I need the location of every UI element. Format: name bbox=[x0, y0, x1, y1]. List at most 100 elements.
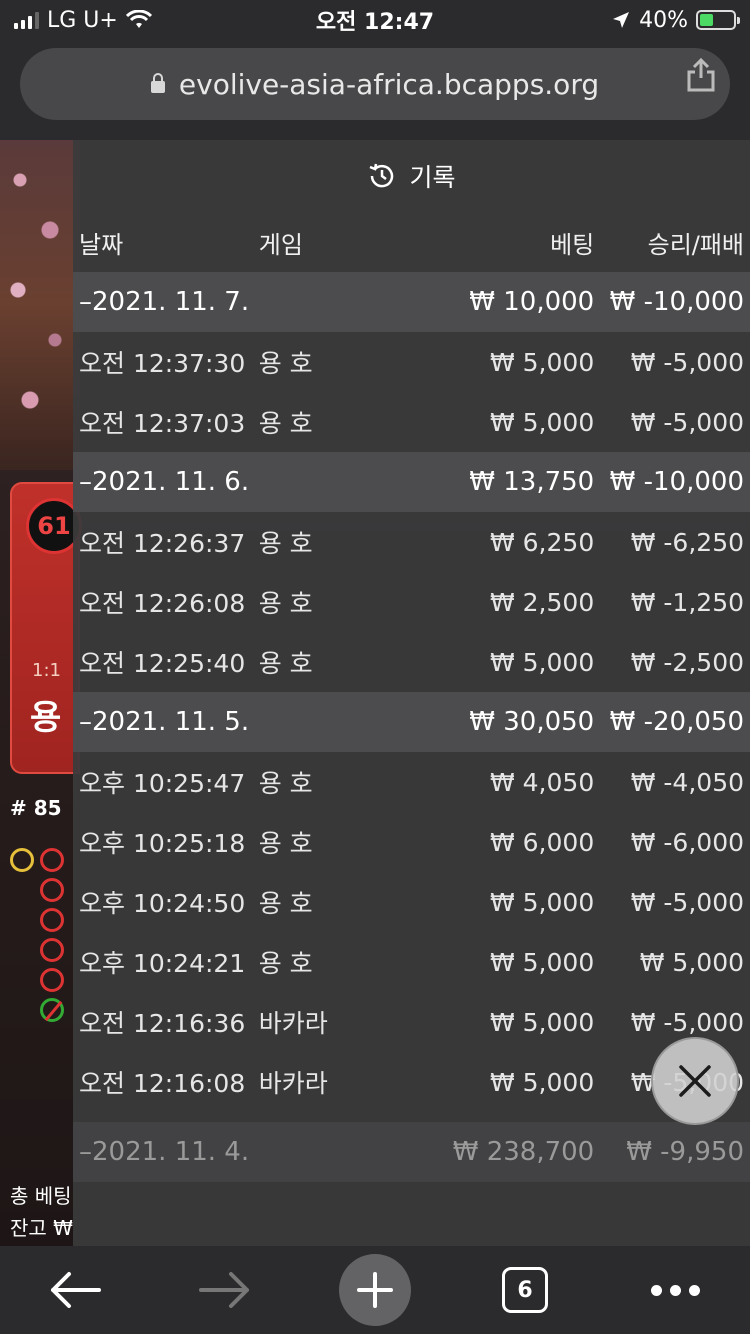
row-time: 오후 10:24:50 bbox=[79, 889, 246, 918]
row-game: 용 호 bbox=[258, 589, 313, 618]
round-number: # 85 bbox=[10, 796, 62, 820]
browser-address-area: evolive-asia-africa.bcapps.org bbox=[0, 40, 750, 140]
row-time: 오전 12:26:08 bbox=[79, 589, 246, 618]
forward-button[interactable] bbox=[180, 1250, 270, 1330]
row-time: 오후 10:24:21 bbox=[79, 949, 246, 978]
row-result: ₩ -5,000 bbox=[630, 1007, 745, 1037]
history-row[interactable]: 오후 10:25:18 용 호 ₩ 6,000 ₩ -6,000 bbox=[73, 812, 750, 872]
group-bet: ₩ 238,700 bbox=[452, 1137, 595, 1167]
row-bet: ₩ 5,000 bbox=[489, 1067, 595, 1097]
dragon-label: 용 bbox=[30, 698, 62, 738]
history-clock-icon bbox=[370, 163, 394, 188]
date-group-row[interactable]: –2021. 11. 7. ₩ 10,000 ₩ -10,000 bbox=[73, 272, 750, 332]
group-result: ₩ -10,000 bbox=[609, 287, 744, 317]
row-time: 오전 12:26:37 bbox=[79, 529, 246, 558]
row-time: 오전 12:16:36 bbox=[79, 1009, 246, 1038]
row-game: 용 호 bbox=[258, 949, 313, 978]
group-date: –2021. 11. 6. bbox=[79, 467, 250, 497]
address-bar[interactable]: evolive-asia-africa.bcapps.org bbox=[20, 48, 730, 120]
row-bet: ₩ 5,000 bbox=[489, 1007, 595, 1037]
history-row[interactable]: 오전 12:26:08 용 호 ₩ 2,500 ₩ -1,250 bbox=[73, 572, 750, 632]
history-row[interactable]: 오전 12:16:08 바카라 ₩ 5,000 ₩ -5,000 bbox=[73, 1052, 750, 1112]
plus-icon bbox=[357, 1272, 393, 1308]
history-panel: 기록 날짜 게임 베팅 승리/패배 –2021. 11. 7. ₩ 10,000… bbox=[73, 140, 750, 1246]
url-text: evolive-asia-africa.bcapps.org bbox=[178, 67, 600, 101]
row-bet: ₩ 5,000 bbox=[489, 947, 595, 977]
column-game: 게임 bbox=[258, 230, 303, 259]
row-game: 바카라 bbox=[258, 1069, 328, 1098]
row-result: ₩ -6,250 bbox=[630, 527, 745, 557]
column-win-loss: 승리/패배 bbox=[647, 230, 745, 259]
payout-ratio: 1:1 bbox=[32, 660, 61, 681]
row-game: 용 호 bbox=[258, 409, 313, 438]
back-arrow-icon bbox=[51, 1272, 101, 1308]
row-result: ₩ -5,000 bbox=[630, 347, 745, 377]
row-bet: ₩ 5,000 bbox=[489, 407, 595, 437]
date-group-row[interactable]: –2021. 11. 4. ₩ 238,700 ₩ -9,950 bbox=[73, 1122, 750, 1182]
status-bar: LG U+ 오전 12:47 40% bbox=[0, 0, 750, 40]
row-result: ₩ -2,500 bbox=[630, 647, 745, 677]
date-group-row[interactable]: –2021. 11. 6. ₩ 13,750 ₩ -10,000 bbox=[73, 452, 750, 512]
group-bet: ₩ 13,750 bbox=[469, 467, 595, 497]
row-time: 오후 10:25:47 bbox=[79, 769, 246, 798]
history-title: 기록 bbox=[409, 163, 456, 192]
clock: 오전 12:47 bbox=[315, 10, 435, 35]
row-game: 용 호 bbox=[258, 349, 313, 378]
location-icon bbox=[613, 12, 630, 28]
history-column-headers: 날짜 게임 베팅 승리/패배 bbox=[73, 212, 750, 272]
group-bet: ₩ 10,000 bbox=[469, 287, 595, 317]
row-result: ₩ 5,000 bbox=[639, 947, 745, 977]
row-result: ₩ -6,000 bbox=[630, 827, 745, 857]
close-icon bbox=[679, 1065, 711, 1097]
history-row[interactable]: 오후 10:25:47 용 호 ₩ 4,050 ₩ -4,050 bbox=[73, 752, 750, 812]
row-time: 오전 12:16:08 bbox=[79, 1069, 246, 1098]
group-date: –2021. 11. 5. bbox=[79, 707, 250, 737]
history-row[interactable]: 오후 10:24:50 용 호 ₩ 5,000 ₩ -5,000 bbox=[73, 872, 750, 932]
history-row[interactable]: 오전 12:37:03 용 호 ₩ 5,000 ₩ -5,000 bbox=[73, 392, 750, 452]
row-game: 용 호 bbox=[258, 829, 313, 858]
back-button[interactable] bbox=[30, 1250, 120, 1330]
row-game: 용 호 bbox=[258, 889, 313, 918]
history-row[interactable]: 오후 10:24:21 용 호 ₩ 5,000 ₩ 5,000 bbox=[73, 932, 750, 992]
share-icon[interactable] bbox=[686, 58, 716, 92]
row-result: ₩ -5,000 bbox=[630, 887, 745, 917]
dragon-bet-spot[interactable]: 61 1:1 용 bbox=[10, 482, 82, 774]
history-row[interactable]: 오전 12:25:40 용 호 ₩ 5,000 ₩ -2,500 bbox=[73, 632, 750, 692]
row-bet: ₩ 2,500 bbox=[489, 587, 595, 617]
wifi-icon bbox=[125, 10, 152, 28]
date-group-row[interactable]: –2021. 11. 5. ₩ 30,050 ₩ -20,050 bbox=[73, 692, 750, 752]
row-result: ₩ -1,250 bbox=[630, 587, 745, 617]
battery-icon bbox=[696, 10, 740, 30]
row-game: 용 호 bbox=[258, 769, 313, 798]
history-row[interactable]: 오전 12:26:37 용 호 ₩ 6,250 ₩ -6,250 bbox=[73, 512, 750, 572]
row-bet: ₩ 5,000 bbox=[489, 887, 595, 917]
battery-percent: 40% bbox=[639, 7, 688, 33]
close-history-button[interactable] bbox=[651, 1037, 739, 1125]
row-time: 오후 10:25:18 bbox=[79, 829, 246, 858]
more-dots-icon bbox=[650, 1284, 700, 1296]
group-date: –2021. 11. 7. bbox=[79, 287, 250, 317]
row-game: 용 호 bbox=[258, 529, 313, 558]
more-menu-button[interactable] bbox=[630, 1250, 720, 1330]
row-time: 오전 12:37:30 bbox=[79, 349, 246, 378]
tabs-button[interactable]: 6 bbox=[480, 1250, 570, 1330]
row-bet: ₩ 6,000 bbox=[489, 827, 595, 857]
column-bet: 베팅 bbox=[550, 230, 595, 259]
row-bet: ₩ 5,000 bbox=[489, 647, 595, 677]
lock-icon bbox=[150, 73, 165, 93]
group-result: ₩ -20,050 bbox=[609, 707, 744, 737]
history-row[interactable]: 오전 12:37:30 용 호 ₩ 5,000 ₩ -5,000 bbox=[73, 332, 750, 392]
signal-icon bbox=[14, 11, 39, 29]
history-row[interactable]: 오전 12:16:36 바카라 ₩ 5,000 ₩ -5,000 bbox=[73, 992, 750, 1052]
history-header: 기록 bbox=[73, 140, 750, 212]
row-bet: ₩ 6,250 bbox=[489, 527, 595, 557]
carrier-label: LG U+ bbox=[47, 7, 118, 33]
row-game: 용 호 bbox=[258, 649, 313, 678]
row-result: ₩ -5,000 bbox=[630, 407, 745, 437]
row-bet: ₩ 4,050 bbox=[489, 767, 595, 797]
browser-toolbar: 6 bbox=[0, 1246, 750, 1334]
balance-info: 총 베팅 잔고 ₩ bbox=[10, 1180, 73, 1244]
new-tab-button[interactable] bbox=[330, 1250, 420, 1330]
total-bet-label: 총 베팅 bbox=[10, 1184, 72, 1208]
group-bet: ₩ 30,050 bbox=[469, 707, 595, 737]
